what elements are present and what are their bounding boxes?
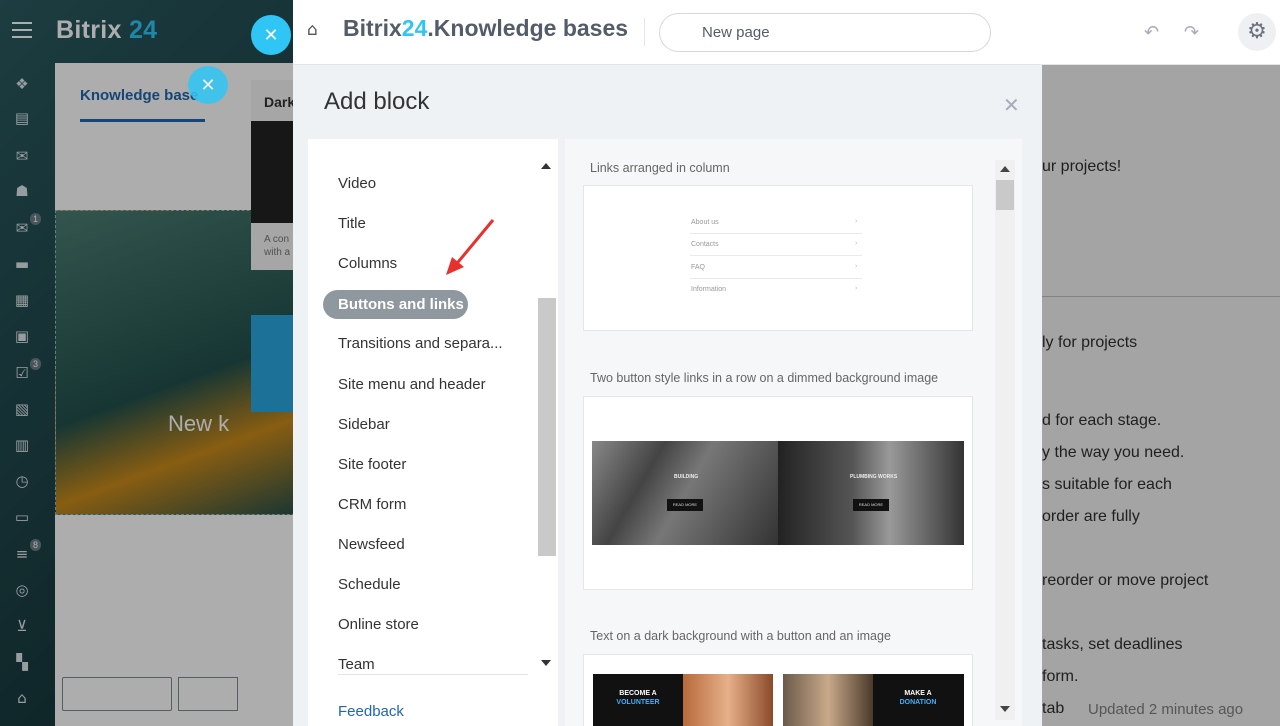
site-title-number: 24 xyxy=(401,15,428,41)
preview-heading: BECOME A VOLUNTEER xyxy=(608,689,668,707)
app-root: Bitrix 24 ❖ ▤ ✉ ☗ ✉ 1 ▬ ▦ ▣ ☑ 3 ▧ ▥ ◷ ▭ … xyxy=(0,0,1280,726)
category-schedule[interactable]: Schedule xyxy=(338,576,401,593)
preview-heading-line: VOLUNTEER xyxy=(616,699,660,706)
block-title: Two button style links in a row on a dim… xyxy=(590,371,939,385)
preview-heading-line: BECOME A xyxy=(619,690,657,697)
preview-image-person xyxy=(783,674,873,726)
close-icon[interactable]: ✕ xyxy=(1003,93,1020,117)
category-video[interactable]: Video xyxy=(338,175,376,192)
close-inner-slider-button[interactable]: ✕ xyxy=(188,66,228,104)
scroll-down-icon[interactable] xyxy=(541,660,551,666)
preview-divider xyxy=(690,255,862,256)
category-site-menu[interactable]: Site menu and header xyxy=(338,376,486,393)
preview-image-building xyxy=(592,441,778,545)
preview-button: READ MORE xyxy=(667,499,703,511)
site-title-prefix: Bitrix xyxy=(343,15,402,41)
scroll-up-icon[interactable] xyxy=(541,163,551,169)
preview-heading: MAKE A DONATION xyxy=(888,689,948,707)
category-site-footer[interactable]: Site footer xyxy=(338,456,406,473)
block-title: Links arranged in column xyxy=(590,161,730,175)
preview-heading: PLUMBING WORKS xyxy=(850,474,898,480)
category-divider xyxy=(338,674,528,675)
undo-icon[interactable]: ↶ xyxy=(1144,22,1159,43)
preview-link: FAQ xyxy=(691,264,706,271)
category-crm-form[interactable]: CRM form xyxy=(338,496,406,513)
category-columns[interactable]: Columns xyxy=(338,255,397,272)
header-separator xyxy=(644,18,645,46)
preview-image-person xyxy=(683,674,773,726)
close-slider-button[interactable]: ✕ xyxy=(251,15,291,55)
preview-link: Contacts xyxy=(691,241,719,248)
preview-heading: BUILDING xyxy=(674,474,699,480)
chevron-right-icon: › xyxy=(855,285,858,292)
redo-icon[interactable]: ↷ xyxy=(1184,22,1199,43)
preview-scroll-thumb[interactable] xyxy=(996,180,1014,210)
chevron-right-icon: › xyxy=(855,263,858,270)
block-card-links-column[interactable] xyxy=(583,185,973,331)
scroll-down-icon[interactable] xyxy=(1000,706,1010,712)
chevron-right-icon: › xyxy=(855,218,858,225)
category-online-store[interactable]: Online store xyxy=(338,616,419,633)
preview-button: READ MORE xyxy=(853,499,889,511)
close-icon: ✕ xyxy=(263,25,279,45)
home-icon[interactable]: ⌂ xyxy=(307,20,327,40)
page-name-field[interactable]: New page xyxy=(659,13,991,52)
category-sidebar[interactable]: Sidebar xyxy=(338,416,390,433)
scroll-up-icon[interactable] xyxy=(1000,166,1010,172)
category-newsfeed[interactable]: Newsfeed xyxy=(338,536,405,553)
preview-divider xyxy=(690,233,862,234)
site-title-suffix: .Knowledge bases xyxy=(427,15,629,41)
preview-scrollbar[interactable] xyxy=(995,160,1015,720)
red-arrow-annotation xyxy=(446,219,495,275)
block-title: Text on a dark background with a button … xyxy=(590,629,891,643)
backdrop-right xyxy=(1040,65,1280,726)
feedback-link[interactable]: Feedback xyxy=(338,703,404,720)
category-title[interactable]: Title xyxy=(338,215,366,232)
preview-link: Information xyxy=(691,286,727,293)
chevron-right-icon: › xyxy=(855,240,858,247)
category-buttons-and-links-label: Buttons and links xyxy=(338,296,464,313)
modal-title: Add block xyxy=(324,88,430,115)
category-transitions[interactable]: Transitions and separa... xyxy=(338,335,508,352)
category-scroll-thumb[interactable] xyxy=(538,298,556,556)
site-title: Bitrix24.Knowledge bases xyxy=(343,15,628,42)
preview-link: About us xyxy=(691,219,719,226)
preview-heading-line: DONATION xyxy=(899,699,937,706)
preview-image-plumbing xyxy=(778,441,964,545)
preview-divider xyxy=(690,278,862,279)
close-icon: ✕ xyxy=(200,75,216,95)
category-team[interactable]: Team xyxy=(338,656,375,673)
preview-heading-line: MAKE A xyxy=(904,690,932,697)
gears-icon[interactable]: ⚙ xyxy=(1238,13,1276,51)
